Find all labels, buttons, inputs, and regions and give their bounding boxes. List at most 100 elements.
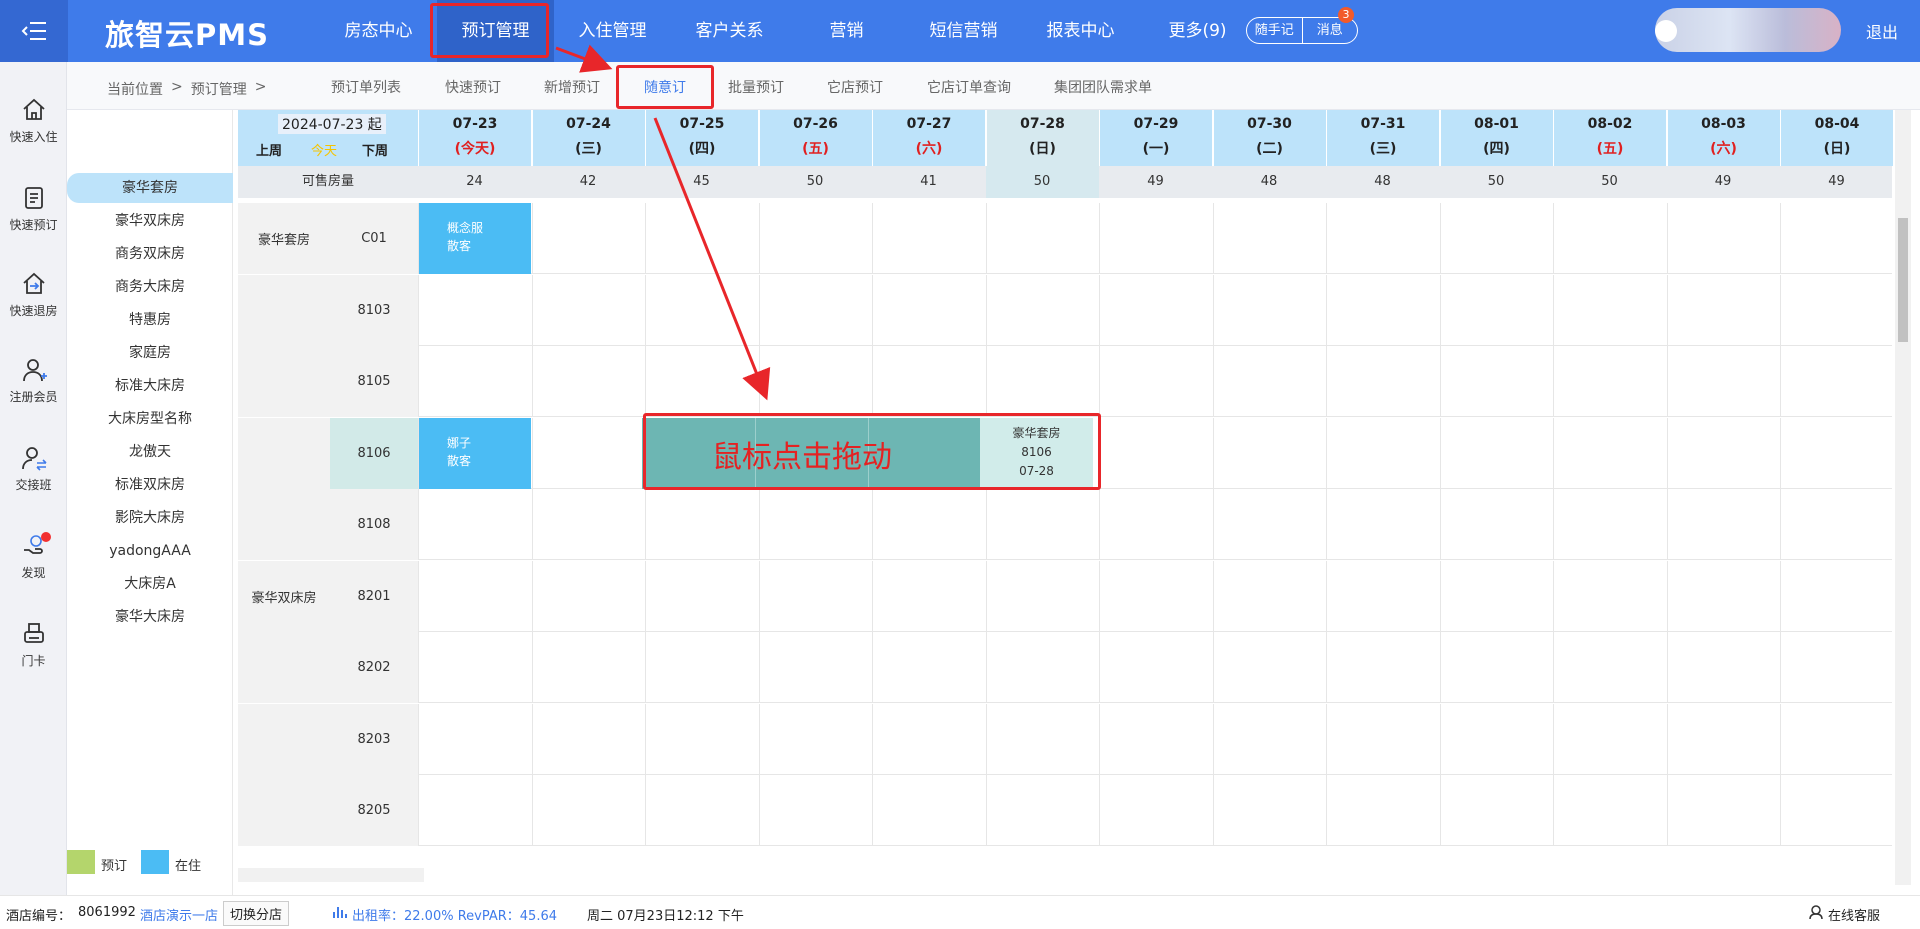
room-day-cell[interactable] xyxy=(758,560,872,632)
room-day-cell[interactable] xyxy=(1553,560,1666,632)
room-day-cell[interactable] xyxy=(1099,203,1212,274)
room-day-cell[interactable] xyxy=(1553,489,1666,560)
booking-block[interactable]: 概念服 散客 xyxy=(419,203,531,274)
room-type-item[interactable]: 影院大床房 xyxy=(67,503,233,533)
room-day-cell[interactable] xyxy=(985,274,1099,346)
room-day-cell[interactable] xyxy=(418,489,531,560)
room-day-cell[interactable] xyxy=(418,274,531,346)
room-type-item[interactable]: 大床房型名称 xyxy=(67,404,233,434)
room-day-cell[interactable] xyxy=(1666,560,1780,632)
notes-button[interactable]: 随手记 xyxy=(1247,18,1303,43)
room-day-cell[interactable] xyxy=(531,203,645,274)
room-day-cell[interactable] xyxy=(985,346,1099,417)
room-type-item[interactable]: 豪华套房 xyxy=(67,173,233,203)
room-day-cell[interactable] xyxy=(1212,632,1326,703)
room-day-cell[interactable] xyxy=(985,775,1099,846)
room-day-cell[interactable] xyxy=(418,632,531,703)
room-day-cell[interactable] xyxy=(531,489,645,560)
room-day-cell[interactable] xyxy=(758,489,872,560)
room-day-cell[interactable] xyxy=(1666,775,1780,846)
room-day-cell[interactable] xyxy=(1780,489,1892,560)
room-day-cell[interactable] xyxy=(1666,417,1780,489)
sidebar-item-door-card[interactable]: 门卡 xyxy=(0,620,67,669)
tab-batch-booking[interactable]: 批量预订 xyxy=(728,77,784,97)
tab-booking-list[interactable]: 预订单列表 xyxy=(331,77,401,97)
sidebar-item-register-member[interactable]: 注册会员 xyxy=(0,356,67,405)
room-day-cell[interactable] xyxy=(1099,775,1212,846)
nav-item[interactable]: 客户关系 xyxy=(671,0,788,62)
room-day-cell[interactable] xyxy=(531,560,645,632)
room-day-cell[interactable] xyxy=(872,489,985,560)
user-info-blurred[interactable] xyxy=(1655,8,1841,52)
horizontal-scrollbar[interactable] xyxy=(238,868,424,882)
room-day-cell[interactable] xyxy=(645,632,758,703)
room-day-cell[interactable] xyxy=(758,346,872,417)
room-day-cell[interactable] xyxy=(1439,203,1553,274)
today-button[interactable]: 今天 xyxy=(311,140,337,159)
room-day-cell[interactable] xyxy=(1212,417,1326,489)
room-day-cell[interactable] xyxy=(1553,203,1666,274)
room-day-cell[interactable] xyxy=(1212,274,1326,346)
room-day-cell[interactable] xyxy=(985,703,1099,775)
drag-selection[interactable]: 鼠标点击拖动 xyxy=(642,417,980,489)
room-day-cell[interactable] xyxy=(985,203,1099,274)
room-day-cell[interactable] xyxy=(1099,417,1212,489)
room-type-item[interactable]: yadongAAA xyxy=(67,536,233,566)
room-day-cell[interactable] xyxy=(758,632,872,703)
room-day-cell[interactable] xyxy=(1326,489,1439,560)
room-day-cell[interactable] xyxy=(758,703,872,775)
room-day-cell[interactable] xyxy=(645,489,758,560)
room-type-item[interactable]: 家庭房 xyxy=(67,338,233,368)
room-day-cell[interactable] xyxy=(758,203,872,274)
room-type-item[interactable]: 标准大床房 xyxy=(67,371,233,401)
room-type-item[interactable]: 商务大床房 xyxy=(67,272,233,302)
room-day-cell[interactable] xyxy=(1780,703,1892,775)
room-day-cell[interactable] xyxy=(872,775,985,846)
room-day-cell[interactable] xyxy=(1780,274,1892,346)
nav-item[interactable]: 入住管理 xyxy=(554,0,671,62)
room-day-cell[interactable] xyxy=(1326,560,1439,632)
room-day-cell[interactable] xyxy=(872,346,985,417)
nav-item[interactable]: 更多(9) xyxy=(1139,0,1256,62)
room-day-cell[interactable] xyxy=(1326,703,1439,775)
room-day-cell[interactable] xyxy=(1212,346,1326,417)
room-day-cell[interactable] xyxy=(645,346,758,417)
room-day-cell[interactable] xyxy=(418,703,531,775)
room-day-cell[interactable] xyxy=(1439,632,1553,703)
room-day-cell[interactable] xyxy=(872,203,985,274)
room-day-cell[interactable] xyxy=(418,560,531,632)
room-day-cell[interactable] xyxy=(1666,489,1780,560)
room-day-cell[interactable] xyxy=(1439,274,1553,346)
room-day-cell[interactable] xyxy=(872,274,985,346)
room-day-cell[interactable] xyxy=(1439,417,1553,489)
room-day-cell[interactable] xyxy=(645,274,758,346)
sidebar-item-quick-checkout[interactable]: 快速退房 xyxy=(0,270,67,319)
room-day-cell[interactable] xyxy=(1666,203,1780,274)
room-day-cell[interactable] xyxy=(1553,417,1666,489)
room-day-cell[interactable] xyxy=(1666,346,1780,417)
nav-item[interactable]: 营销 xyxy=(788,0,905,62)
room-day-cell[interactable] xyxy=(418,775,531,846)
tab-other-store-booking[interactable]: 它店预订 xyxy=(827,77,883,97)
logout-link[interactable]: 退出 xyxy=(1866,19,1898,43)
room-day-cell[interactable] xyxy=(1099,489,1212,560)
room-day-cell[interactable] xyxy=(1553,632,1666,703)
room-day-cell[interactable] xyxy=(531,632,645,703)
room-day-cell[interactable] xyxy=(1780,560,1892,632)
switch-store-button[interactable]: 切换分店 xyxy=(223,901,290,926)
room-day-cell[interactable] xyxy=(531,775,645,846)
room-day-cell[interactable] xyxy=(1326,274,1439,346)
sidebar-item-discover[interactable]: 发现 xyxy=(0,532,67,581)
nav-item[interactable]: 报表中心 xyxy=(1022,0,1139,62)
room-day-cell[interactable] xyxy=(1212,560,1326,632)
online-service-link[interactable]: 在线客服 xyxy=(1828,905,1880,924)
room-day-cell[interactable] xyxy=(1326,632,1439,703)
room-day-cell[interactable] xyxy=(645,775,758,846)
next-week-button[interactable]: 下周 xyxy=(362,140,388,159)
room-day-cell[interactable] xyxy=(1666,274,1780,346)
room-day-cell[interactable] xyxy=(1553,346,1666,417)
scrollbar-thumb[interactable] xyxy=(1898,218,1908,342)
room-day-cell[interactable] xyxy=(1553,775,1666,846)
tab-quick-booking[interactable]: 快速预订 xyxy=(445,77,501,97)
room-day-cell[interactable] xyxy=(1326,346,1439,417)
